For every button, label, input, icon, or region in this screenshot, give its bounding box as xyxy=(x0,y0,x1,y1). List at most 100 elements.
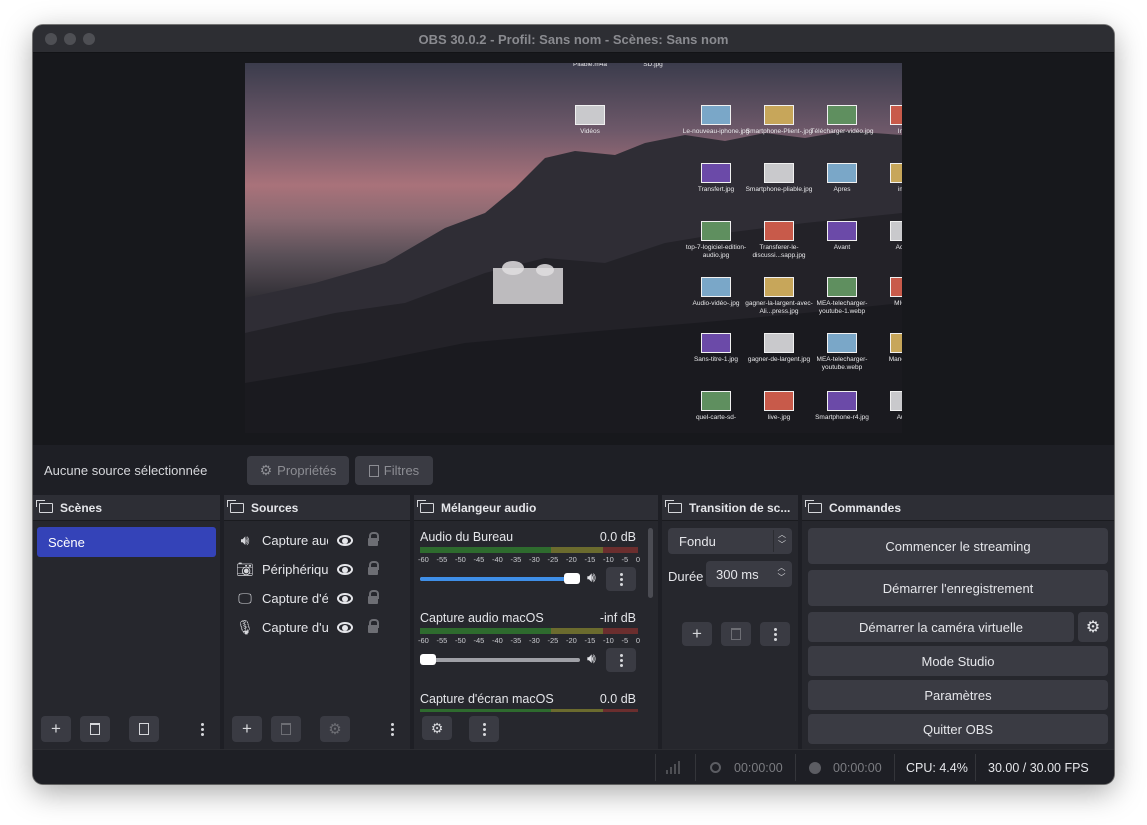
scenes-dock: Scènes Scène + xyxy=(33,495,220,749)
lock-icon[interactable] xyxy=(368,590,379,604)
start-streaming-button[interactable]: Commencer le streaming xyxy=(808,528,1108,564)
desktop-file-icon: Actu-1 xyxy=(870,221,902,252)
remove-source-button[interactable] xyxy=(271,716,301,742)
gear-icon: ⚙ xyxy=(1085,619,1101,636)
desktop-file-icon: Vidéos xyxy=(555,105,625,136)
db-tick-label: -30 xyxy=(529,636,540,645)
desktop-file-icon: Transfert.jpg xyxy=(681,163,751,194)
source-item[interactable]: 🎙︎ Capture d'u xyxy=(224,613,410,641)
start-virtual-camera-button[interactable]: Démarrer la caméra virtuelle xyxy=(808,612,1074,642)
lock-icon[interactable] xyxy=(368,532,379,546)
desktop-file-icon: Smartphone-Plient-.jpg xyxy=(744,105,814,136)
desktop-file-icon: Audio-vidéo-.jpg xyxy=(681,277,751,308)
lock-icon[interactable] xyxy=(368,561,379,575)
db-tick-label: -15 xyxy=(584,555,596,564)
desktop-file-icon: Avant xyxy=(807,221,877,252)
eye-icon[interactable] xyxy=(337,592,353,604)
transition-dock-header: Transition de sc... xyxy=(662,495,798,521)
trash-icon xyxy=(90,723,100,735)
desktop-file-icon: Smartphone-r4.jpg xyxy=(807,391,877,422)
dock-icon[interactable] xyxy=(805,499,822,513)
sources-dock-header: Sources xyxy=(224,495,410,521)
dock-icon[interactable] xyxy=(665,499,682,513)
exit-button[interactable]: Quitter OBS xyxy=(808,714,1108,744)
chevron-updown-icon: ︿ ﹀ xyxy=(773,530,790,552)
speaker-icon: 🔊︎ xyxy=(240,531,250,548)
file-thumbnail-icon xyxy=(764,333,794,353)
speaker-icon[interactable]: 🔊︎ xyxy=(587,650,596,667)
volume-slider-knob[interactable] xyxy=(564,573,580,584)
add-scene-button[interactable]: + xyxy=(41,716,71,742)
preview-canvas[interactable]: Smartphone Pliable.m4a la-meilleure-carte… xyxy=(245,63,902,433)
db-tick-label: -35 xyxy=(510,555,522,564)
file-thumbnail-icon xyxy=(827,163,857,183)
filters-button[interactable]: Filtres xyxy=(355,456,433,485)
desktop-file-icon: MEA-telecharger-youtube-1.webp xyxy=(807,277,877,316)
dock-icon[interactable] xyxy=(227,499,244,513)
remove-transition-button[interactable] xyxy=(721,622,751,646)
add-source-button[interactable]: + xyxy=(232,716,262,742)
db-scale: -60 -55 -50 -45 -40 -35 -30 -25 -20 -15 -10 -5 0 xyxy=(418,636,640,645)
source-item[interactable]: 📷︎ Périphérique xyxy=(224,555,410,583)
db-tick-label: -5 xyxy=(621,636,629,645)
remove-scene-button[interactable] xyxy=(80,716,110,742)
source-item[interactable]: 🔊︎ Capture audio xyxy=(224,526,410,554)
scene-item[interactable]: Scène xyxy=(37,527,216,557)
start-recording-button[interactable]: Démarrer l'enregistrement xyxy=(808,570,1108,606)
file-thumbnail-icon xyxy=(701,277,731,297)
dock-icon[interactable] xyxy=(36,499,53,513)
transition-select[interactable]: Fondu ︿ ﹀ xyxy=(668,528,792,554)
virtual-camera-settings-button[interactable]: ⚙ xyxy=(1078,612,1108,642)
eye-icon[interactable] xyxy=(337,534,353,546)
lock-icon[interactable] xyxy=(368,619,379,633)
studio-mode-button[interactable]: Mode Studio xyxy=(808,646,1108,676)
gear-icon: ⚙ xyxy=(328,721,342,738)
dock-icon[interactable] xyxy=(417,499,434,513)
gears-icon: ⚙ xyxy=(430,719,444,736)
desktop-file-icon: Transferer-le-discussi...sapp.jpg xyxy=(744,221,814,260)
db-tick-label: -55 xyxy=(436,636,448,645)
scenes-menu-button[interactable] xyxy=(199,718,205,740)
transition-duration-spinbox[interactable]: 300 ms ︿ ﹀ xyxy=(706,561,792,587)
volume-slider-knob[interactable] xyxy=(420,654,436,665)
db-tick-label: -55 xyxy=(436,555,448,564)
properties-button[interactable]: ⚙ Propriétés xyxy=(247,456,349,485)
db-tick-label: -10 xyxy=(603,555,614,564)
trash-icon xyxy=(731,628,741,640)
settings-button[interactable]: Paramètres xyxy=(808,680,1108,710)
plus-icon: + xyxy=(692,624,702,643)
volume-slider[interactable] xyxy=(420,573,580,584)
desktop-file-icon: Imag xyxy=(870,105,902,136)
channel-menu-button[interactable] xyxy=(606,567,636,591)
add-transition-button[interactable]: + xyxy=(682,622,712,646)
audio-mixer-dock: Mélangeur audio Audio du Bureau 0.0 dB -… xyxy=(414,495,658,749)
scene-filters-button[interactable] xyxy=(129,716,159,742)
cpu-usage: CPU: 4.4% xyxy=(906,761,968,775)
eye-icon[interactable] xyxy=(337,563,353,575)
transition-menu-button[interactable] xyxy=(760,622,790,646)
channel-menu-button[interactable] xyxy=(606,648,636,672)
mixer-scrollbar[interactable] xyxy=(648,528,653,598)
sources-menu-button[interactable] xyxy=(389,718,395,740)
speaker-icon[interactable]: 🔊︎ xyxy=(587,569,596,586)
preview-area: Smartphone Pliable.m4a la-meilleure-carte… xyxy=(33,53,1114,445)
obs-window: OBS 30.0.2 - Profil: Sans nom - Scènes: … xyxy=(33,25,1114,784)
desktop-file-icon: Smartphone-pliable.jpg xyxy=(744,163,814,194)
desktop-file-icon: MEA-telecharger-youtube.webp xyxy=(807,333,877,372)
volume-meter xyxy=(420,709,638,712)
plus-icon: + xyxy=(51,719,61,738)
db-tick-label: -20 xyxy=(566,555,577,564)
eye-icon[interactable] xyxy=(337,621,353,633)
trash-icon xyxy=(281,723,291,735)
source-item[interactable]: 🖵︎ Capture d'écran xyxy=(224,584,410,612)
desktop-file-icon: Audio xyxy=(870,391,902,422)
file-thumbnail-icon xyxy=(890,105,902,125)
advanced-audio-button[interactable]: ⚙ xyxy=(422,716,452,740)
source-properties-button[interactable]: ⚙ xyxy=(320,716,350,742)
volume-slider[interactable] xyxy=(420,654,580,665)
volume-meter xyxy=(420,628,638,634)
file-thumbnail-icon xyxy=(827,105,857,125)
mixer-menu-button[interactable] xyxy=(469,716,499,742)
file-thumbnail-icon xyxy=(890,163,902,183)
db-tick-label: -45 xyxy=(473,555,485,564)
